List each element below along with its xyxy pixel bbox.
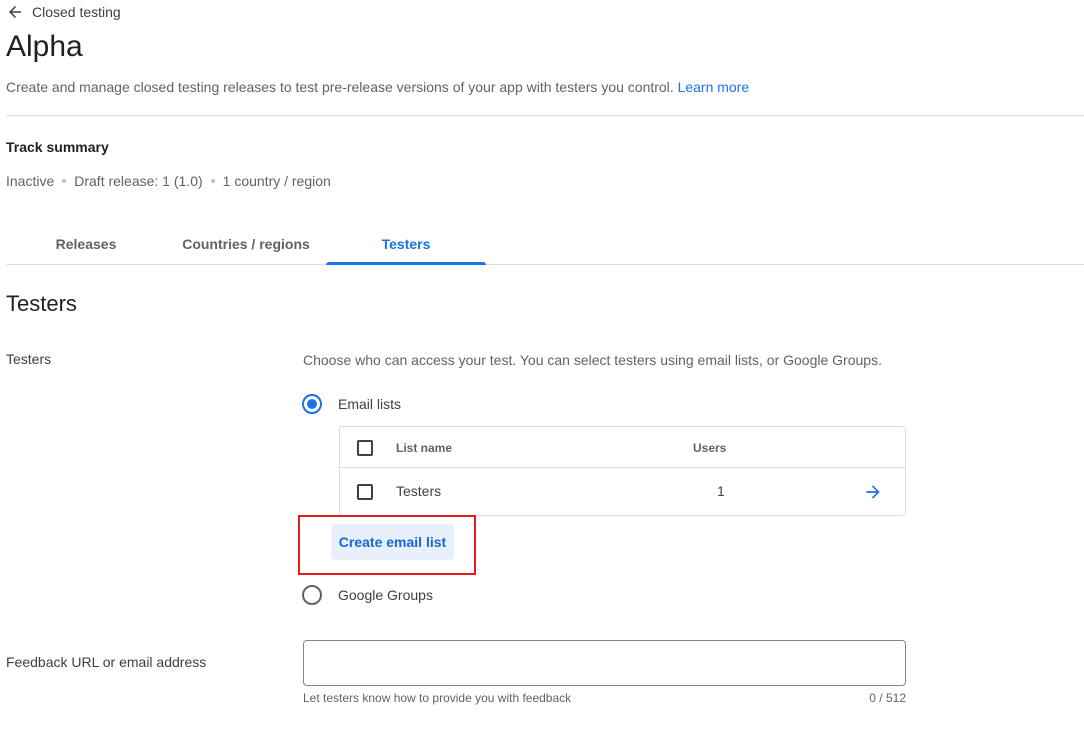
testers-instruction: Choose who can access your test. You can… [303, 352, 882, 368]
tab-releases[interactable]: Releases [6, 224, 166, 264]
learn-more-link[interactable]: Learn more [678, 79, 750, 95]
email-lists-option[interactable]: Email lists [302, 394, 401, 414]
tab-countries-regions[interactable]: Countries / regions [166, 224, 326, 264]
table-row[interactable]: Testers 1 [340, 468, 905, 516]
feedback-char-counter: 0 / 512 [869, 691, 906, 705]
track-summary-title: Track summary [6, 139, 109, 155]
column-header-users: Users [693, 441, 727, 455]
feedback-field-label: Feedback URL or email address [6, 654, 207, 670]
users-count-cell: 1 [717, 483, 725, 499]
draft-release: Draft release: 1 (1.0) [74, 173, 203, 189]
create-email-list-button[interactable]: Create email list [331, 524, 454, 560]
section-title: Testers [6, 291, 77, 316]
track-summary-row: Inactive Draft release: 1 (1.0) 1 countr… [6, 173, 331, 189]
table-header: List name Users [340, 427, 905, 468]
email-lists-radio[interactable] [302, 394, 322, 414]
select-all-checkbox[interactable] [357, 440, 373, 456]
google-groups-radio[interactable] [302, 585, 322, 605]
google-groups-option[interactable]: Google Groups [302, 585, 433, 605]
google-groups-label: Google Groups [338, 587, 433, 603]
page-description: Create and manage closed testing release… [6, 79, 749, 95]
email-lists-table: List name Users Testers 1 [339, 426, 906, 516]
row-checkbox[interactable] [357, 484, 373, 500]
separator-dot [210, 179, 215, 183]
back-link[interactable]: Closed testing [6, 3, 121, 21]
page-title: Alpha [6, 30, 83, 63]
tab-bar: Releases Countries / regions Testers [6, 224, 1084, 265]
country-count: 1 country / region [222, 173, 331, 189]
track-status: Inactive [6, 173, 55, 189]
feedback-input[interactable] [303, 640, 906, 686]
header-divider [6, 115, 1084, 116]
list-name-cell: Testers [396, 483, 442, 499]
tab-testers[interactable]: Testers [326, 224, 486, 265]
email-lists-label: Email lists [338, 396, 402, 412]
feedback-helper-text: Let testers know how to provide you with… [303, 691, 572, 705]
column-header-list-name: List name [396, 441, 453, 455]
arrow-back-icon [9, 6, 21, 18]
back-link-label: Closed testing [32, 4, 121, 20]
arrow-forward-icon[interactable] [863, 482, 883, 502]
separator-dot [62, 179, 67, 183]
page-description-text: Create and manage closed testing release… [6, 79, 674, 95]
testers-field-label: Testers [6, 351, 52, 367]
